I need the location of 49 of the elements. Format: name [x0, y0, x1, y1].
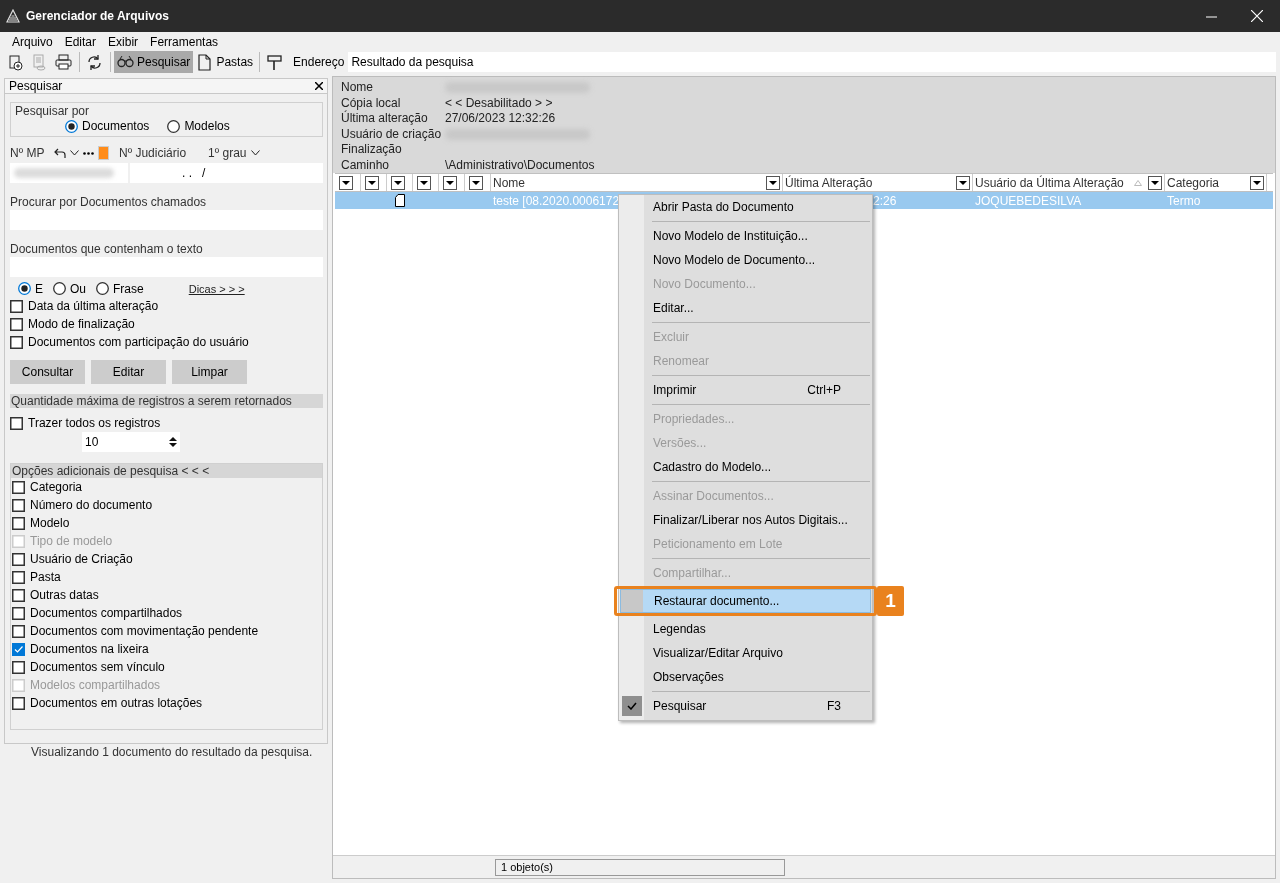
radio-label: Ou	[70, 281, 87, 296]
table-cell: teste [08.2020.0006172	[493, 193, 620, 208]
checkbox-label: Categoria	[30, 480, 83, 494]
section-header: Opções adicionais de pesquisa < < <	[11, 464, 322, 478]
checkbox-label: Documentos sem vínculo	[30, 660, 165, 674]
group-label: Pesquisar por	[15, 104, 91, 118]
field-label: Nº Judiciário	[119, 146, 187, 160]
radio-label: Documentos	[82, 119, 150, 133]
checkbox-label: Modelos compartilhados	[30, 678, 161, 692]
table-cell: 2:26	[873, 193, 897, 208]
checkbox-label: Documentos compartilhados	[30, 606, 183, 620]
detail-label: Última alteração	[341, 111, 429, 127]
field-label: Documentos que contenham o texto	[10, 242, 204, 256]
checkbox-label: Usuário de Criação	[30, 552, 133, 566]
checkbox-label: Outras datas	[30, 588, 99, 602]
step-badge: 1	[877, 586, 904, 616]
result-summary: Visualizando 1 documento do resultado da pesquisa.	[30, 745, 314, 759]
table-cell: JOQUEBEDESILVA	[975, 193, 1082, 208]
detail-label: Caminho	[341, 157, 391, 173]
table-cell: Termo	[1167, 193, 1201, 208]
address-label: Endereço	[293, 55, 345, 69]
panel-title: Pesquisar	[9, 79, 63, 93]
detail-label: Cópia local	[341, 95, 402, 110]
checkbox-label: Modelo	[30, 516, 70, 530]
detail-value: \Administrativo\Documentos	[445, 157, 596, 173]
checkbox-label: Tipo de modelo	[30, 534, 113, 548]
detail-label: Usuário de criação	[341, 126, 443, 142]
checkbox-label: Documentos na lixeira	[30, 642, 149, 656]
radio-label: Modelos	[184, 119, 230, 133]
radio-label: E	[35, 281, 43, 296]
checkbox-label: Documentos com participação do usuário	[28, 335, 249, 349]
detail-value: 27/06/2023 12:32:26	[445, 111, 557, 127]
field-label: Nº MP	[10, 146, 46, 160]
checkbox-label: Documentos com movimentação pendente	[30, 624, 259, 638]
detail-label: Nome	[341, 80, 374, 96]
checkbox-label: Documentos em outras lotações	[30, 696, 203, 710]
checkbox-label: Data da última alteração	[28, 299, 159, 313]
checkbox-label: Número do documento	[30, 498, 153, 512]
section-header: Quantidade máxima de registros a serem retornados	[10, 394, 323, 408]
degree-label: 1º grau	[208, 146, 247, 160]
checkbox-label: Trazer todos os registros	[28, 416, 161, 430]
checkbox-label: Pasta	[30, 570, 61, 584]
detail-label: Finalização	[341, 142, 403, 158]
radio-label: Frase	[113, 281, 144, 296]
window-title: Gerenciador de Arquivos	[26, 9, 170, 23]
field-label: Procurar por Documentos chamados	[10, 195, 208, 209]
status-count: 1 objeto(s)	[495, 858, 785, 876]
checkbox-label: Modo de finalização	[28, 317, 135, 331]
detail-value: < < Desabilitado > >	[445, 95, 554, 111]
